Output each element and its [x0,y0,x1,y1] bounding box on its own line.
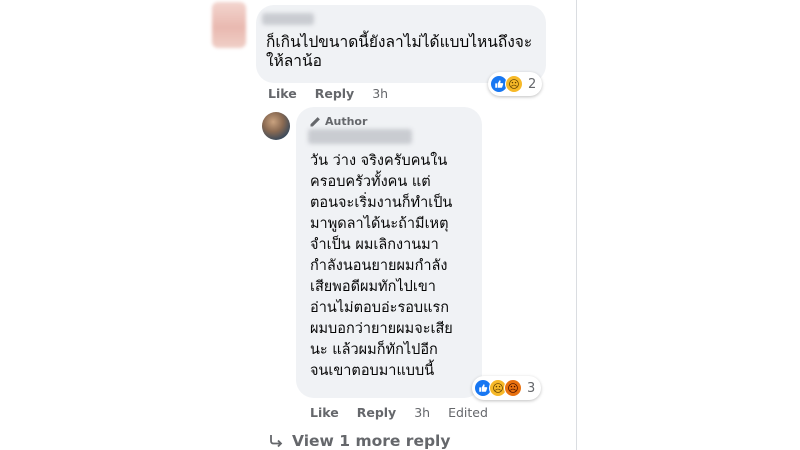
reply-text-line: นะ แล้วผมก็ทักไปอีก [310,342,438,358]
reaction-summary[interactable]: ☹ 2 [488,72,543,96]
author-badge: Author [309,115,367,128]
pencil-icon [310,116,320,126]
reply-text-line: วัน ว่าง จริงครับคนใน [310,153,448,169]
edited-label[interactable]: Edited [448,405,488,420]
author-badge-label: Author [325,115,368,128]
reply-text-line: ครอบครัวทั้งคน แต่ [310,174,431,190]
avatar[interactable] [262,112,290,140]
comment-text: ก็เกินไปขนาดนี้ยังลาไม่ได้แบบไหนถึงจะให้… [266,33,533,70]
reply-text: วัน ว่าง จริงครับคนใน ครอบครัวทั้งคน แต่… [310,151,480,382]
like-button[interactable]: Like [268,86,297,101]
reply-arrow-icon [270,435,283,448]
timestamp[interactable]: 3h [414,405,430,420]
blurred-author-name[interactable] [308,129,412,144]
like-button[interactable]: Like [310,405,339,420]
reply-text-line: มาพูดลาได้นะถ้ามีเหตุ [310,216,449,232]
timestamp[interactable]: 3h [372,86,388,101]
reaction-summary[interactable]: ☹ ☹ 3 [472,376,542,400]
angry-reaction-icon: ☹ [504,379,522,397]
reply-text-line: เสียพอดีผมทักไปเขา [310,279,436,295]
reply-text-line: กำลังนอนยายผมกำลัง [310,258,448,274]
comment-actions: Like Reply 3h [268,86,388,101]
reply-text-line: ผมบอกว่ายายผมจะเสีย [310,321,453,337]
reply-text-line: จำเป็น ผมเลิกงานมา [310,237,439,253]
reply-text-line: จนเขาตอบมาแบบนี้ [310,363,435,379]
view-more-replies-link[interactable]: View 1 more reply [268,432,450,450]
sad-reaction-icon: ☹ [505,75,523,93]
reaction-count: 2 [528,76,537,92]
reply-actions: Like Reply 3h Edited [310,405,488,420]
blurred-author-name[interactable] [262,13,314,25]
reply-text-line: ตอนจะเริ่มงานก็ทำเป็น [310,195,453,211]
reply-button[interactable]: Reply [315,86,354,101]
reply-text-line: อ่านไม่ตอบอ่ะรอบแรก [310,300,450,316]
panel-divider [576,0,577,450]
reaction-count: 3 [527,380,536,396]
avatar[interactable] [212,2,246,48]
reply-button[interactable]: Reply [357,405,396,420]
view-more-label: View 1 more reply [292,432,451,450]
